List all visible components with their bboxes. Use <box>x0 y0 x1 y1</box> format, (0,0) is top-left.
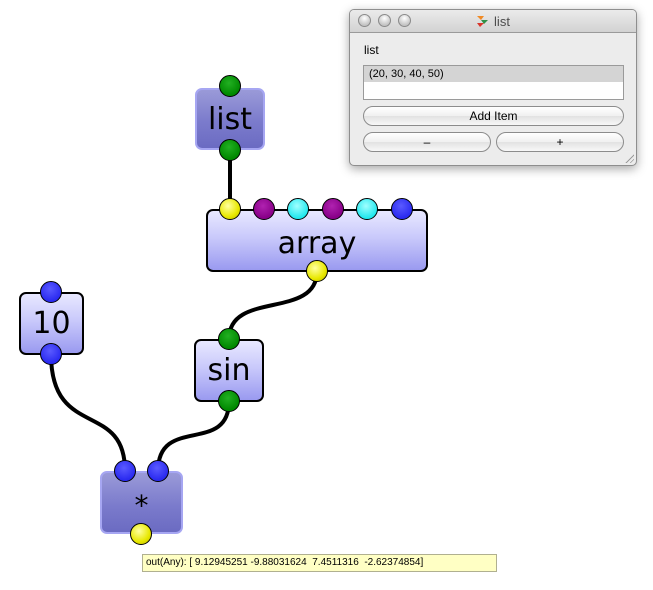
ten-node-label: 10 <box>32 306 71 341</box>
sin-node-label: sin <box>207 353 251 388</box>
array-input-port-5[interactable] <box>356 198 378 220</box>
list-field-label: list <box>364 43 379 57</box>
array-input-port-1[interactable] <box>219 198 241 220</box>
array-input-port-2[interactable] <box>253 198 275 220</box>
multiply-node-label: * <box>134 489 149 522</box>
array-input-port-6[interactable] <box>391 198 413 220</box>
remove-item-button[interactable]: – <box>363 132 491 152</box>
add-item-button[interactable]: Add Item <box>363 106 624 126</box>
array-input-port-4[interactable] <box>322 198 344 220</box>
app-logo-icon <box>477 15 489 27</box>
resize-grip-icon[interactable] <box>624 153 634 163</box>
list-input-port[interactable] <box>219 75 241 97</box>
multiply-output-port[interactable] <box>130 523 152 545</box>
wire-ten-to-multiply[interactable] <box>49 353 127 472</box>
items-listbox[interactable]: (20, 30, 40, 50) <box>363 65 624 100</box>
sin-input-port[interactable] <box>218 328 240 350</box>
wire-sin-to-multiply[interactable] <box>156 400 231 472</box>
list-output-port[interactable] <box>219 139 241 161</box>
output-tooltip: out(Any): [ 9.12945251 -9.88031624 7.451… <box>142 554 497 572</box>
array-input-port-3[interactable] <box>287 198 309 220</box>
window-title-group: list <box>350 10 636 32</box>
sin-output-port[interactable] <box>218 390 240 412</box>
list-node-label: list <box>207 101 253 137</box>
ten-input-port[interactable] <box>40 281 62 303</box>
ten-output-port[interactable] <box>40 343 62 365</box>
wire-array-to-sin[interactable] <box>227 270 319 340</box>
list-window: list list (20, 30, 40, 50) Add Item – + <box>349 9 637 166</box>
window-title: list <box>494 13 510 29</box>
multiply-input-port-1[interactable] <box>114 460 136 482</box>
list-item[interactable]: (20, 30, 40, 50) <box>364 66 623 82</box>
array-node-label: array <box>277 226 357 261</box>
window-titlebar[interactable]: list <box>350 10 636 33</box>
multiply-input-port-2[interactable] <box>147 460 169 482</box>
insert-item-button[interactable]: + <box>496 132 624 152</box>
array-output-port[interactable] <box>306 260 328 282</box>
